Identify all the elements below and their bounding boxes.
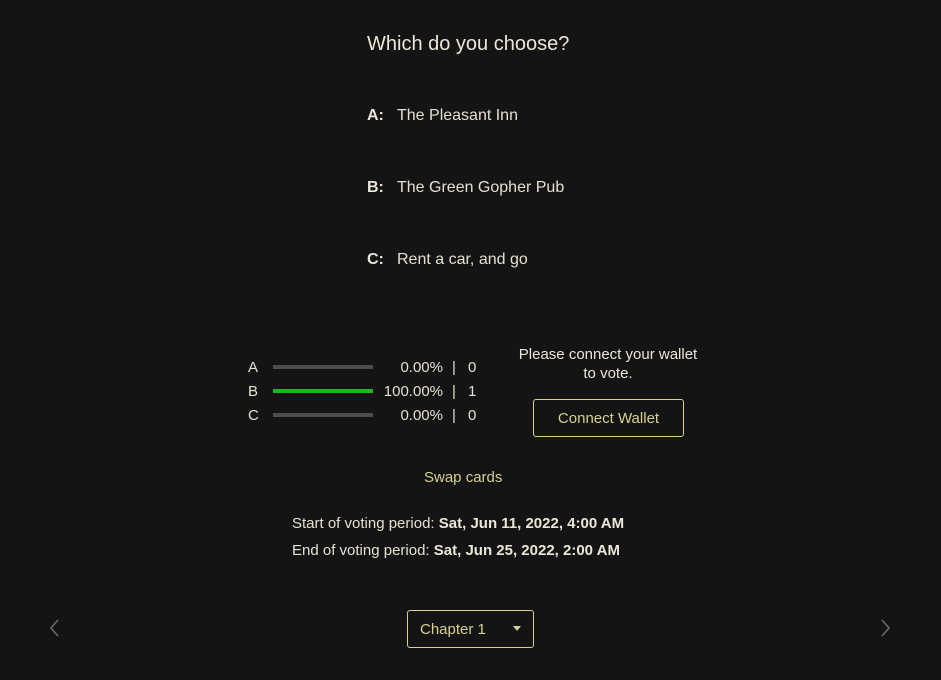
- option-key: B:: [367, 179, 384, 196]
- connect-wallet-message: Please connect your wallet to vote.: [518, 346, 698, 382]
- option-key: A:: [367, 107, 384, 124]
- result-separator: |: [452, 359, 456, 376]
- chevron-left-icon[interactable]: [45, 617, 65, 639]
- result-bar-track: [273, 389, 373, 393]
- result-bar-track: [273, 413, 373, 417]
- option-b: B: The Green Gopher Pub: [367, 179, 564, 197]
- connect-wallet-button[interactable]: Connect Wallet: [533, 399, 684, 437]
- result-count: 0: [468, 407, 477, 424]
- result-separator: |: [452, 407, 456, 424]
- option-a: A: The Pleasant Inn: [367, 107, 518, 125]
- result-letter: A: [248, 359, 259, 376]
- chevron-right-icon[interactable]: [876, 617, 896, 639]
- voting-start: Start of voting period: Sat, Jun 11, 202…: [292, 515, 624, 532]
- option-c: C: Rent a car, and go: [367, 251, 528, 269]
- result-count: 0: [468, 359, 477, 376]
- option-key: C:: [367, 251, 384, 268]
- voting-start-label: Start of voting period:: [292, 515, 435, 532]
- result-letter: B: [248, 383, 259, 400]
- result-separator: |: [452, 383, 456, 400]
- result-bar-track: [273, 365, 373, 369]
- voting-end: End of voting period: Sat, Jun 25, 2022,…: [292, 542, 620, 559]
- option-text: The Green Gopher Pub: [397, 179, 565, 196]
- result-percent: 0.00%: [400, 407, 443, 424]
- chapter-dropdown-value: Chapter 1: [420, 620, 486, 638]
- result-percent: 100.00%: [383, 383, 443, 400]
- voting-end-value: Sat, Jun 25, 2022, 2:00 AM: [433, 542, 620, 559]
- voting-page: Which do you choose? A: The Pleasant Inn …: [0, 0, 941, 680]
- option-text: Rent a car, and go: [397, 251, 528, 268]
- chapter-dropdown[interactable]: Chapter 1: [407, 610, 534, 648]
- result-count: 1: [468, 383, 477, 400]
- question-title: Which do you choose?: [367, 33, 570, 55]
- result-percent: 0.00%: [400, 359, 443, 376]
- option-text: The Pleasant Inn: [397, 107, 518, 124]
- voting-end-label: End of voting period:: [292, 542, 430, 559]
- swap-cards-link[interactable]: Swap cards: [424, 469, 502, 486]
- result-letter: C: [248, 407, 259, 424]
- voting-start-value: Sat, Jun 11, 2022, 4:00 AM: [438, 515, 625, 532]
- result-bar-fill: [273, 389, 373, 393]
- caret-down-icon: [513, 626, 521, 631]
